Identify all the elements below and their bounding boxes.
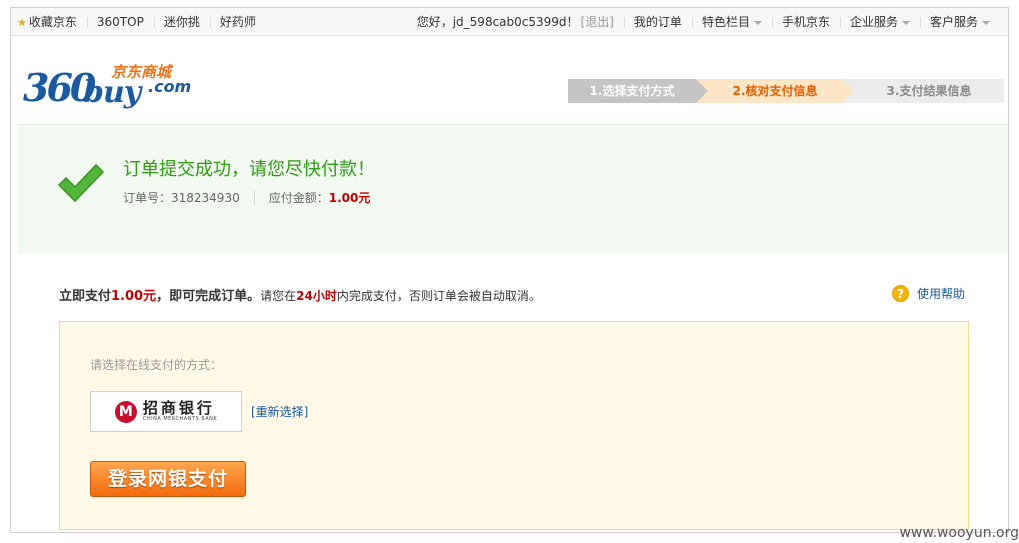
- top-link-mini[interactable]: 迷你挑: [153, 8, 210, 36]
- top-link-360top[interactable]: 360TOP: [86, 8, 154, 36]
- site-logo[interactable]: 360 buy 京东商城 .com: [23, 53, 193, 113]
- favorite-label: 收藏京东: [28, 14, 77, 29]
- chevron-down-icon: [901, 20, 910, 25]
- cmb-logo-icon: M: [114, 400, 137, 423]
- browser-page: ★ 收藏京东 360TOP 迷你挑 好药师 您好，jd_598cab0c5399d…: [10, 7, 1009, 533]
- checkmark-icon: [57, 163, 105, 203]
- chevron-down-icon: [982, 20, 990, 25]
- top-bar-right: 您好，jd_598cab0c5399d！ [退出] 我的订单 特色栏目 手机京东 …: [407, 8, 1000, 36]
- enterprise-label: 企业服务: [849, 15, 898, 29]
- special-menu[interactable]: 特色栏目: [691, 8, 772, 36]
- my-orders-link[interactable]: 我的订单: [623, 8, 692, 36]
- logout-link[interactable]: [退出]: [581, 15, 614, 29]
- step-confirm-payment: 2.核对支付信息: [696, 79, 854, 103]
- pay-instruction: 立即支付1.00元，即可完成订单。请您在24小时内完成支付，否则订单会被自动取消…: [59, 285, 541, 304]
- order-number: 订单号：318234930: [123, 191, 240, 205]
- pay-note-b: 内完成支付，否则订单会被自动取消。: [336, 289, 541, 303]
- step-label: 2.核对支付信息: [732, 84, 818, 98]
- step-payment-result: 3.支付结果信息: [842, 79, 1004, 103]
- reselect-link[interactable]: [重新选择]: [251, 403, 308, 420]
- step-label: 3.支付结果信息: [886, 84, 972, 98]
- step-choose-payment: 1.选择支付方式: [568, 79, 708, 103]
- step-label: 1.选择支付方式: [589, 84, 675, 98]
- customer-label: 客户服务: [929, 15, 978, 29]
- success-title: 订单提交成功，请您尽快付款！: [123, 159, 375, 180]
- top-bar-left: ★ 收藏京东 360TOP 迷你挑 好药师: [17, 8, 266, 36]
- bank-name-cn: 招商银行: [142, 399, 215, 417]
- bank-pay-button[interactable]: 登录网银支付: [90, 461, 246, 497]
- checkout-steps: 1.选择支付方式 2.核对支付信息 3.支付结果信息: [568, 79, 1004, 103]
- payment-method-label: 请选择在线支付的方式：: [90, 358, 223, 372]
- pay-prefix: 立即支付: [59, 289, 112, 304]
- pay-hours: 24小时: [296, 289, 337, 303]
- customer-menu[interactable]: 客户服务: [919, 8, 1000, 36]
- help-link[interactable]: ? 使用帮助: [891, 285, 965, 302]
- order-success-box: 订单提交成功，请您尽快付款！ 订单号：318234930 应付金额： 1.00元: [18, 124, 1008, 254]
- user-greeting: 您好，jd_598cab0c5399d！ [退出]: [407, 8, 624, 36]
- special-label: 特色栏目: [701, 15, 750, 29]
- watermark: www.wooyun.org: [899, 525, 1019, 541]
- star-icon: ★: [17, 15, 27, 29]
- top-link-pharmacist[interactable]: 好药师: [209, 8, 266, 36]
- step-arrow: [696, 79, 708, 103]
- question-icon: ?: [891, 285, 909, 302]
- order-meta: 订单号：318234930 应付金额： 1.00元: [123, 189, 370, 206]
- selected-bank: M 招商银行 CHINA MERCHANTS BANK: [90, 391, 242, 432]
- pay-note-a: 请您在: [260, 289, 297, 303]
- chevron-down-icon: [753, 20, 762, 25]
- help-label: 使用帮助: [916, 287, 965, 301]
- logo-domain: .com: [148, 77, 192, 96]
- pay-amount: 1.00元: [111, 289, 157, 304]
- top-bar: ★ 收藏京东 360TOP 迷你挑 好药师 您好，jd_598cab0c5399d…: [11, 8, 1008, 36]
- greeting-text: 您好，jd_598cab0c5399d！: [416, 15, 579, 29]
- amount-value: 1.00元: [328, 191, 371, 205]
- mobile-link[interactable]: 手机京东: [771, 8, 840, 36]
- payment-panel: 请选择在线支付的方式： M 招商银行 CHINA MERCHANTS BANK …: [59, 321, 969, 530]
- favorite-link[interactable]: ★ 收藏京东: [17, 8, 87, 37]
- amount-label: 应付金额：: [268, 191, 329, 205]
- enterprise-menu[interactable]: 企业服务: [839, 8, 920, 36]
- bank-name-en: CHINA MERCHANTS BANK: [142, 416, 218, 422]
- step-arrow: [842, 79, 854, 103]
- bank-name: 招商银行 CHINA MERCHANTS BANK: [143, 400, 217, 423]
- divider: [253, 190, 255, 205]
- pay-suffix: ，即可完成订单。: [156, 289, 261, 304]
